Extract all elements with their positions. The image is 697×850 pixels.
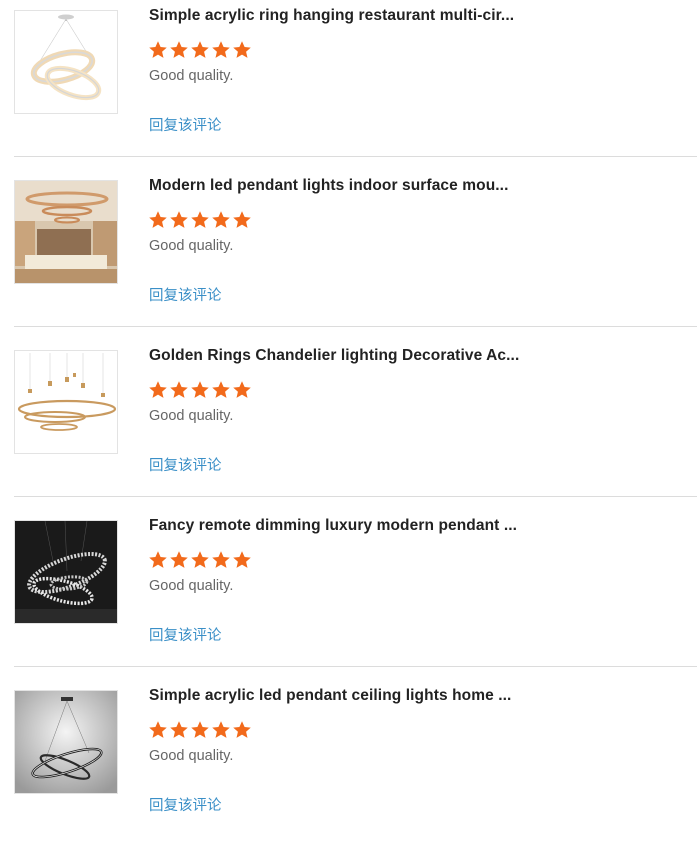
product-title[interactable]: Modern led pendant lights indoor surface… (149, 177, 509, 195)
star-icon (170, 211, 188, 228)
star-icon (149, 381, 167, 398)
star-icon (149, 721, 167, 738)
review-comment: Good quality. (149, 578, 234, 594)
rating-stars (148, 210, 252, 230)
star-icon (191, 41, 209, 58)
reply-link[interactable]: 回复该评论 (149, 454, 222, 475)
product-title[interactable]: Simple acrylic ring hanging restaurant m… (149, 7, 514, 25)
reply-link[interactable]: 回复该评论 (149, 114, 222, 135)
review-item: Modern led pendant lights indoor surface… (0, 170, 697, 340)
gold-rings-chandelier-image (15, 351, 117, 453)
review-comment: Good quality. (149, 68, 234, 84)
product-title[interactable]: Simple acrylic led pendant ceiling light… (149, 687, 511, 705)
divider (14, 496, 697, 497)
divider (14, 326, 697, 327)
star-icon (149, 211, 167, 228)
star-icon (212, 211, 230, 228)
star-icon (233, 551, 251, 568)
product-thumbnail-living-room[interactable] (14, 180, 118, 284)
star-icon (233, 381, 251, 398)
product-thumbnail-black-rings[interactable] (14, 690, 118, 794)
rating-stars (148, 720, 252, 740)
reply-link[interactable]: 回复该评论 (149, 624, 222, 645)
reply-link[interactable]: 回复该评论 (149, 284, 222, 305)
star-icon (170, 551, 188, 568)
review-item: Simple acrylic ring hanging restaurant m… (0, 0, 697, 170)
star-icon (233, 721, 251, 738)
star-icon (191, 721, 209, 738)
divider (14, 156, 697, 157)
product-title[interactable]: Fancy remote dimming luxury modern penda… (149, 517, 517, 535)
star-icon (149, 551, 167, 568)
star-icon (233, 211, 251, 228)
star-icon (212, 41, 230, 58)
reply-link[interactable]: 回复该评论 (149, 794, 222, 815)
star-icon (170, 721, 188, 738)
living-room-pendant-image (15, 181, 117, 283)
crystal-rings-pendant-image (15, 521, 117, 623)
product-thumbnail-gold-rings[interactable] (14, 350, 118, 454)
product-title[interactable]: Golden Rings Chandelier lighting Decorat… (149, 347, 519, 365)
rating-stars (148, 550, 252, 570)
star-icon (191, 211, 209, 228)
review-item: Fancy remote dimming luxury modern penda… (0, 510, 697, 680)
ring-pendant-light-image (15, 11, 117, 113)
review-comment: Good quality. (149, 748, 234, 764)
star-icon (233, 41, 251, 58)
rating-stars (148, 380, 252, 400)
rating-stars (148, 40, 252, 60)
star-icon (212, 551, 230, 568)
review-item: Golden Rings Chandelier lighting Decorat… (0, 340, 697, 510)
star-icon (191, 551, 209, 568)
star-icon (170, 41, 188, 58)
review-comment: Good quality. (149, 238, 234, 254)
star-icon (170, 381, 188, 398)
review-comment: Good quality. (149, 408, 234, 424)
star-icon (149, 41, 167, 58)
product-thumbnail-ring-pendant[interactable] (14, 10, 118, 114)
star-icon (191, 381, 209, 398)
review-item: Simple acrylic led pendant ceiling light… (0, 680, 697, 850)
divider (14, 666, 697, 667)
product-thumbnail-crystal-rings[interactable] (14, 520, 118, 624)
black-rings-pendant-image (15, 691, 117, 793)
star-icon (212, 381, 230, 398)
star-icon (212, 721, 230, 738)
